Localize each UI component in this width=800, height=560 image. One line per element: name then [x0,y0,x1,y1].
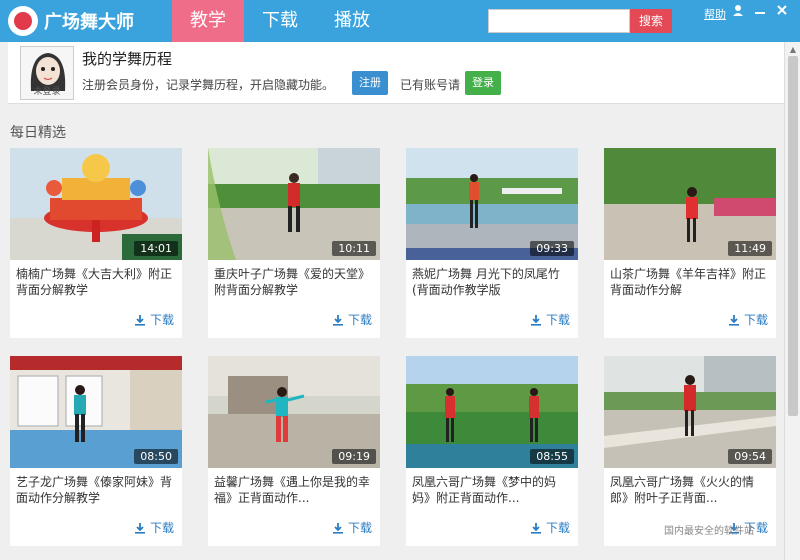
avatar[interactable]: 未登录 [20,46,74,100]
profile-description: 注册会员身份，记录学舞历程，开启隐藏功能。 [82,78,335,92]
video-duration: 10:11 [332,241,376,256]
download-icon [530,314,541,326]
video-card[interactable]: 11:49 山茶广场舞《羊年吉祥》附正背面动作分解 下载 [604,148,776,338]
download-label: 下载 [149,521,174,535]
help-link[interactable]: 帮助 [704,6,726,22]
video-thumbnail[interactable]: 09:54 [604,356,776,468]
video-thumbnail[interactable]: 09:19 [208,356,380,468]
video-thumbnail[interactable]: 14:01 [10,148,182,260]
profile-title: 我的学舞历程 [82,50,173,68]
download-icon [728,314,739,326]
video-card[interactable]: 09:33 燕妮广场舞 月光下的凤尾竹(背面动作教学版 下载 [406,148,578,338]
video-thumbnail[interactable]: 09:33 [406,148,578,260]
download-button[interactable]: 下载 [332,311,372,328]
video-thumbnail[interactable]: 10:11 [208,148,380,260]
video-title[interactable]: 燕妮广场舞 月光下的凤尾竹(背面动作教学版 [412,266,572,298]
app-name: 广场舞大师 [44,12,134,33]
close-icon[interactable] [774,4,790,20]
video-card[interactable]: 14:01 楠楠广场舞《大吉大利》附正背面分解教学 下载 [10,148,182,338]
video-duration: 08:55 [530,449,574,464]
avatar-label: 未登录 [33,87,61,97]
main-nav: 教学 下载 播放 [172,0,388,42]
video-duration: 08:50 [134,449,178,464]
download-icon [134,314,145,326]
video-card[interactable]: 08:50 艺子龙广场舞《傣家阿妹》背面动作分解教学 下载 [10,356,182,546]
tab-teaching[interactable]: 教学 [172,0,244,42]
download-button[interactable]: 下载 [728,311,768,328]
video-card[interactable]: 09:54 凤凰六哥广场舞《火火的情郎》附叶子正背面... 下载 [604,356,776,546]
download-label: 下载 [545,313,570,327]
download-label: 下载 [149,313,174,327]
video-card[interactable]: 09:19 益馨广场舞《遇上你是我的幸福》正背面动作... 下载 [208,356,380,546]
learning-history-panel: 未登录 我的学舞历程 注册会员身份，记录学舞历程，开启隐藏功能。 注册 已有账号… [8,42,784,104]
video-title[interactable]: 凤凰六哥广场舞《梦中的妈妈》附正背面动作... [412,474,572,506]
download-button[interactable]: 下载 [530,519,570,536]
download-button[interactable]: 下载 [332,519,372,536]
register-button[interactable]: 注册 [352,71,388,95]
download-button[interactable]: 下载 [134,311,174,328]
video-thumbnail[interactable]: 08:50 [10,356,182,468]
video-title[interactable]: 凤凰六哥广场舞《火火的情郎》附叶子正背面... [610,474,770,506]
video-card[interactable]: 08:55 凤凰六哥广场舞《梦中的妈妈》附正背面动作... 下载 [406,356,578,546]
download-icon [134,522,145,534]
video-card[interactable]: 10:11 重庆叶子广场舞《爱的天堂》附背面分解教学 下载 [208,148,380,338]
download-label: 下载 [347,521,372,535]
title-bar: 广场舞大师 教学 下载 播放 搜索 帮助 [0,0,800,42]
video-title[interactable]: 楠楠广场舞《大吉大利》附正背面分解教学 [16,266,176,298]
video-title[interactable]: 重庆叶子广场舞《爱的天堂》附背面分解教学 [214,266,374,298]
section-title: 每日精选 [10,125,66,141]
has-account-text: 已有账号请 [400,78,461,92]
video-title[interactable]: 益馨广场舞《遇上你是我的幸福》正背面动作... [214,474,374,506]
video-duration: 11:49 [728,241,772,256]
tab-play[interactable]: 播放 [316,0,388,42]
vertical-scrollbar[interactable]: ▲ [784,42,800,560]
download-label: 下载 [347,313,372,327]
video-duration: 09:33 [530,241,574,256]
search-button[interactable]: 搜索 [630,9,672,33]
video-thumbnail[interactable]: 08:55 [406,356,578,468]
download-icon [332,522,343,534]
download-label: 下载 [545,521,570,535]
scroll-thumb[interactable] [788,56,798,416]
search-input[interactable] [488,9,630,33]
video-duration: 09:19 [332,449,376,464]
watermark-text: 国内最安全的软件站 [664,526,754,537]
user-icon[interactable] [730,4,746,20]
download-button[interactable]: 下载 [530,311,570,328]
download-label: 下载 [743,313,768,327]
download-button[interactable]: 下载 [134,519,174,536]
download-icon [530,522,541,534]
video-duration: 14:01 [134,241,178,256]
download-icon [332,314,343,326]
video-duration: 09:54 [728,449,772,464]
tab-download[interactable]: 下载 [244,0,316,42]
video-title[interactable]: 山茶广场舞《羊年吉祥》附正背面动作分解 [610,266,770,298]
minimize-icon[interactable] [752,4,768,20]
logo-icon [8,6,38,36]
video-title[interactable]: 艺子龙广场舞《傣家阿妹》背面动作分解教学 [16,474,176,506]
video-thumbnail[interactable]: 11:49 [604,148,776,260]
app-logo: 广场舞大师 [8,4,168,38]
login-button[interactable]: 登录 [465,71,501,95]
